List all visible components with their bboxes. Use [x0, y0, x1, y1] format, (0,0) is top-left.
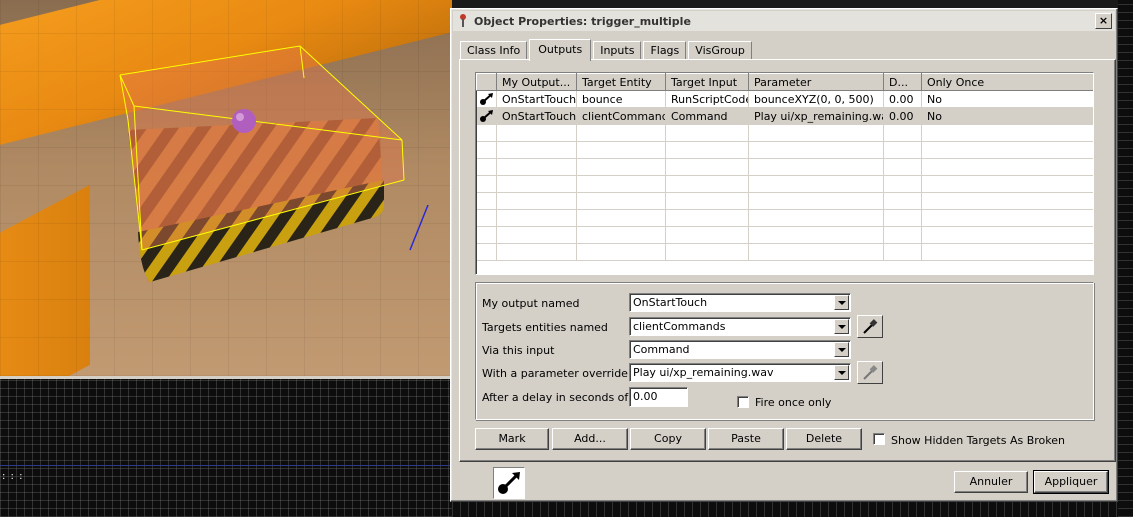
output-combo[interactable]: OnStartTouch — [629, 293, 851, 312]
eyedropper-icon — [863, 319, 878, 334]
show-hidden-label[interactable]: Show Hidden Targets As Broken — [891, 434, 1065, 447]
cell-target: bounce — [576, 90, 666, 108]
cell-output: OnStartTouch — [496, 107, 577, 125]
cell-input: Command — [665, 107, 749, 125]
targets-value: clientCommands — [633, 320, 726, 333]
chevron-down-icon[interactable] — [834, 319, 849, 334]
delay-input[interactable]: 0.00 — [629, 387, 688, 407]
chevron-down-icon[interactable] — [834, 365, 849, 380]
column-header-target-input[interactable]: Target Input — [665, 73, 749, 91]
tab-strip: Class Info Outputs Inputs Flags VisGroup — [460, 39, 754, 61]
sphere-entity — [232, 109, 256, 133]
cell-once: No — [921, 90, 1093, 108]
empty-row — [476, 158, 1093, 176]
cell-target: clientCommands — [576, 107, 666, 125]
tab-class-info[interactable]: Class Info — [460, 41, 528, 60]
column-header-icon[interactable] — [476, 73, 497, 91]
tab-visgroup[interactable]: VisGroup — [688, 41, 752, 60]
2d-viewport[interactable]: : : : — [0, 376, 452, 517]
output-arrow-icon — [479, 93, 493, 105]
trigger-scene — [119, 45, 429, 282]
parameter-combo[interactable]: Play ui/xp_remaining.wav — [629, 363, 851, 382]
delete-button[interactable]: Delete — [786, 428, 862, 450]
cell-delay: 0.00 — [883, 107, 922, 125]
add-button[interactable]: Add... — [552, 428, 628, 450]
fire-once-label[interactable]: Fire once only — [755, 396, 831, 409]
column-header-output[interactable]: My Output... — [496, 73, 577, 91]
empty-row — [476, 141, 1093, 159]
cell-parameter: Play ui/xp_remaining.wav — [748, 107, 884, 125]
parameter-label: With a parameter override — [482, 367, 628, 380]
tab-flags[interactable]: Flags — [643, 41, 687, 60]
copy-button[interactable]: Copy — [630, 428, 706, 450]
targets-label: Targets entities named — [482, 321, 608, 334]
targets-combo[interactable]: clientCommands — [629, 317, 851, 336]
pick-parameter-button[interactable] — [857, 361, 883, 384]
dialog-title: Object Properties: trigger_multiple — [474, 14, 691, 28]
apply-button[interactable]: Appliquer — [1033, 470, 1109, 494]
show-hidden-checkbox[interactable] — [873, 433, 885, 445]
entity-pin-icon — [457, 14, 469, 28]
output-entity-icon — [493, 467, 525, 499]
outputs-panel: My Output... Target Entity Target Input … — [459, 59, 1116, 462]
empty-row — [476, 175, 1093, 193]
table-row[interactable]: OnStartTouch clientCommands Command Play… — [476, 107, 1093, 125]
3d-viewport[interactable] — [0, 0, 452, 376]
column-header-only-once[interactable]: Only Once — [921, 73, 1093, 91]
input-label: Via this input — [482, 344, 555, 357]
empty-row — [476, 192, 1093, 210]
table-row[interactable]: OnStartTouch bounce RunScriptCode bounce… — [476, 90, 1093, 108]
input-value: Command — [633, 343, 690, 356]
tab-inputs[interactable]: Inputs — [593, 41, 642, 60]
cell-output: OnStartTouch — [496, 90, 577, 108]
empty-row — [476, 209, 1093, 227]
cell-input: RunScriptCode — [665, 90, 749, 108]
outputs-list[interactable]: My Output... Target Entity Target Input … — [475, 72, 1094, 275]
input-combo[interactable]: Command — [629, 340, 851, 359]
mark-button[interactable]: Mark — [475, 428, 549, 450]
column-header-delay[interactable]: D... — [883, 73, 922, 91]
column-header-parameter[interactable]: Parameter — [748, 73, 884, 91]
paste-button[interactable]: Paste — [708, 428, 784, 450]
chevron-down-icon[interactable] — [834, 295, 849, 310]
title-bar[interactable]: Object Properties: trigger_multiple × — [453, 11, 1115, 31]
eyedropper-icon — [863, 365, 878, 380]
cell-once: No — [921, 107, 1093, 125]
output-arrow-icon — [479, 110, 493, 122]
2d-viewport-right — [1118, 0, 1133, 517]
pick-target-button[interactable] — [857, 315, 883, 338]
column-header-target-entity[interactable]: Target Entity — [576, 73, 666, 91]
fire-once-checkbox[interactable] — [737, 396, 749, 408]
tab-outputs[interactable]: Outputs — [529, 39, 592, 61]
parameter-value: Play ui/xp_remaining.wav — [633, 366, 774, 379]
cell-parameter: bounceXYZ(0, 0, 500) — [748, 90, 884, 108]
output-label: My output named — [482, 297, 580, 310]
2d-viewport-bottom — [452, 502, 1118, 517]
output-value: OnStartTouch — [633, 296, 708, 309]
output-edit-group: My output named OnStartTouch Targets ent… — [475, 282, 1094, 420]
delay-label: After a delay in seconds of — [482, 391, 629, 404]
cell-delay: 0.00 — [883, 90, 922, 108]
empty-row — [476, 243, 1093, 261]
chevron-down-icon[interactable] — [834, 342, 849, 357]
empty-row — [476, 124, 1093, 142]
cancel-button[interactable]: Annuler — [954, 471, 1028, 493]
empty-row — [476, 226, 1093, 244]
close-button[interactable]: × — [1095, 13, 1112, 29]
object-properties-dialog: Object Properties: trigger_multiple × Cl… — [450, 8, 1118, 502]
